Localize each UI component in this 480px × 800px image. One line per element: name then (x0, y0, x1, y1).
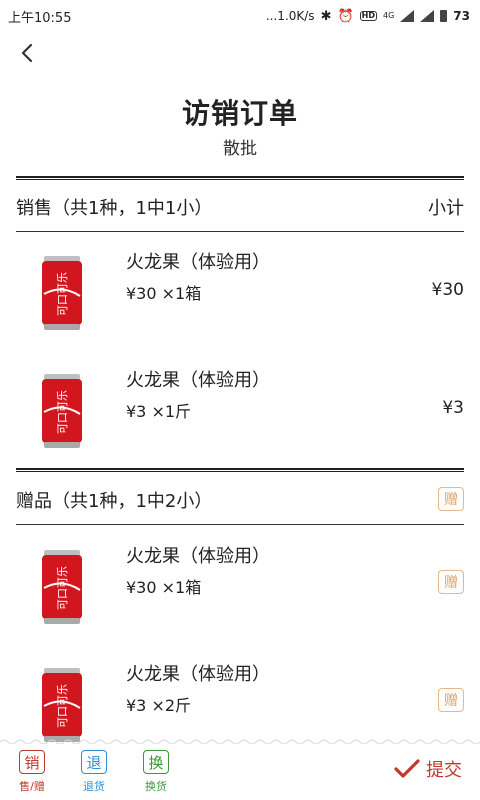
gift-section-title: 赠品（共1种，1中2小） (16, 491, 213, 512)
sale-item[interactable]: 可口可乐 火龙果（体验用） ¥3 ×1斤 ¥3 (0, 352, 480, 462)
coke-can-image: 可口可乐 (42, 374, 82, 448)
gift-item[interactable]: 可口可乐 火龙果（体验用） ¥30 ×1箱 赠 (0, 528, 480, 638)
sale-gift-label: 售/赠 (19, 780, 45, 793)
submit-label: 提交 (426, 760, 462, 781)
network-speed: ...1.0K/s (265, 9, 315, 23)
coke-can-image: 可口可乐 (42, 668, 82, 742)
signal-icon (400, 10, 415, 22)
section-divider (16, 468, 464, 472)
hd-icon: HD (359, 11, 377, 21)
submit-button[interactable]: 提交 (394, 756, 462, 782)
gift-badge: 赠 (438, 570, 464, 594)
alarm-icon: ⏰ (337, 8, 354, 24)
exchange-label: 换货 (145, 780, 167, 793)
battery-level: 73 (453, 9, 470, 23)
section-divider (16, 176, 464, 180)
sale-section-title: 销售（共1种，1中1小） (16, 198, 213, 219)
sale-item[interactable]: 可口可乐 火龙果（体验用） ¥30 ×1箱 ¥30 (0, 234, 480, 344)
exchange-button[interactable]: 换 换货 (134, 750, 178, 794)
check-icon (394, 759, 420, 778)
return-icon: 退 (81, 750, 107, 774)
divider (16, 524, 464, 525)
item-subtotal: ¥30 (431, 280, 464, 300)
status-bar: 上午10:55 ...1.0K/s ✱ ⏰ HD 4G 73 (0, 0, 480, 32)
bottom-toolbar: 销 售/赠 退 退货 换 换货 提交 (0, 744, 480, 800)
item-name: 火龙果（体验用） (126, 252, 270, 273)
chevron-left-icon (21, 43, 33, 63)
status-time: 上午10:55 (8, 10, 72, 26)
item-quantity: ¥30 ×1箱 (126, 578, 202, 597)
item-quantity: ¥3 ×2斤 (126, 696, 192, 715)
sale-icon: 销 (19, 750, 45, 774)
status-icons: ...1.0K/s ✱ ⏰ HD 4G 73 (266, 9, 470, 23)
battery-icon (440, 10, 448, 22)
item-quantity: ¥30 ×1箱 (126, 284, 202, 303)
exchange-icon: 换 (143, 750, 169, 774)
subtotal-header: 小计 (428, 198, 464, 219)
svg-text:可口可乐: 可口可乐 (56, 684, 69, 728)
divider (16, 231, 464, 232)
item-quantity: ¥3 ×1斤 (126, 402, 192, 421)
page-subtitle: 散批 (223, 139, 257, 159)
gift-badge: 赠 (438, 688, 464, 712)
signal-icon-2 (420, 10, 435, 22)
item-name: 火龙果（体验用） (126, 370, 270, 391)
return-button[interactable]: 退 退货 (72, 750, 116, 794)
bluetooth-icon: ✱ (320, 8, 332, 24)
svg-text:可口可乐: 可口可乐 (56, 272, 69, 316)
sale-gift-button[interactable]: 销 售/赠 (10, 750, 54, 794)
svg-text:可口可乐: 可口可乐 (56, 566, 69, 610)
svg-text:可口可乐: 可口可乐 (56, 390, 69, 434)
coke-can-image: 可口可乐 (42, 256, 82, 330)
page-title: 访销订单 (181, 97, 298, 130)
return-label: 退货 (83, 780, 105, 793)
gift-badge: 赠 (438, 487, 464, 511)
item-name: 火龙果（体验用） (126, 664, 270, 685)
item-subtotal: ¥3 (442, 398, 464, 418)
network-type: 4G (383, 11, 395, 20)
coke-can-image: 可口可乐 (42, 550, 82, 624)
item-name: 火龙果（体验用） (126, 546, 270, 567)
back-button[interactable] (14, 40, 40, 66)
